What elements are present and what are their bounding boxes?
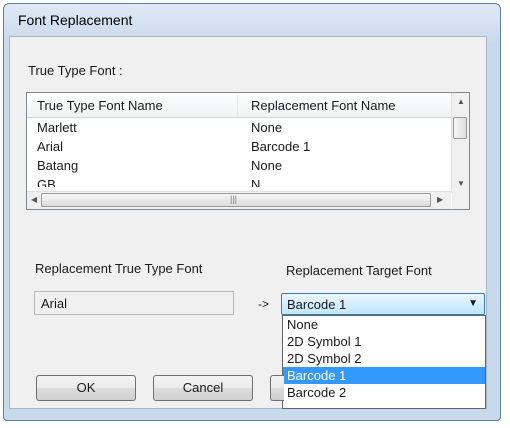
horizontal-scroll-thumb[interactable]: ||| <box>41 193 431 207</box>
dropdown-option[interactable]: None <box>283 316 485 333</box>
row-name: Batang <box>37 158 79 173</box>
target-font-dropdown[interactable]: None 2D Symbol 1 2D Symbol 2 Barcode 1 B… <box>282 315 486 409</box>
scroll-right-icon[interactable]: ▶ <box>437 195 443 204</box>
scroll-corner <box>452 192 469 209</box>
chevron-down-icon[interactable]: ▼ <box>468 298 478 309</box>
replacement-target-label: Replacement Target Font <box>286 263 432 278</box>
scroll-down-icon[interactable]: ▼ <box>457 179 465 188</box>
row-name: GB... <box>37 177 67 187</box>
row-replacement: None <box>251 120 283 135</box>
combo-selected-value: Barcode 1 <box>287 297 347 312</box>
row-replacement: N... <box>251 177 272 187</box>
replacement-target-select[interactable]: Barcode 1 ▼ <box>281 293 485 315</box>
list-row[interactable]: GB... N... <box>27 175 451 187</box>
dropdown-option[interactable]: Barcode 2 <box>283 384 485 401</box>
list-row[interactable]: Marlett None <box>27 118 451 137</box>
list-header: True Type Font Name Replacement Font Nam… <box>27 93 451 118</box>
grip-icon: ||| <box>230 194 238 204</box>
ok-button[interactable]: OK <box>36 375 136 401</box>
scroll-left-icon[interactable]: ◀ <box>31 195 37 204</box>
dropdown-option[interactable]: 2D Symbol 1 <box>283 333 485 350</box>
dropdown-option[interactable]: 2D Symbol 2 <box>283 350 485 367</box>
cancel-button[interactable]: Cancel <box>153 375 253 401</box>
partial-button[interactable] <box>270 375 284 401</box>
horizontal-scrollbar[interactable]: ◀ ||| ▶ <box>27 191 451 209</box>
true-type-font-label: True Type Font : <box>28 63 123 78</box>
row-name: Marlett <box>37 120 77 135</box>
replacement-ttf-field: Arial <box>34 291 234 315</box>
vertical-scroll-thumb[interactable] <box>453 117 467 139</box>
arrow-text: -> <box>258 297 270 311</box>
list-row[interactable]: Arial Barcode 1 <box>27 137 451 156</box>
row-name: Arial <box>37 139 64 154</box>
row-replacement: Barcode 1 <box>251 139 311 154</box>
column-header-ttf-name[interactable]: True Type Font Name <box>37 98 163 113</box>
list-row[interactable]: Batang None <box>27 156 451 175</box>
vertical-scrollbar[interactable]: ▲ ▼ <box>451 93 469 193</box>
font-list[interactable]: True Type Font Name Replacement Font Nam… <box>26 92 470 210</box>
scroll-up-icon[interactable]: ▲ <box>457 97 465 106</box>
column-header-replacement[interactable]: Replacement Font Name <box>251 98 396 113</box>
dialog-title: Font Replacement <box>18 12 133 28</box>
replacement-ttf-label: Replacement True Type Font <box>35 261 203 276</box>
row-replacement: None <box>251 158 283 173</box>
dropdown-option-selected[interactable]: Barcode 1 <box>283 367 485 384</box>
